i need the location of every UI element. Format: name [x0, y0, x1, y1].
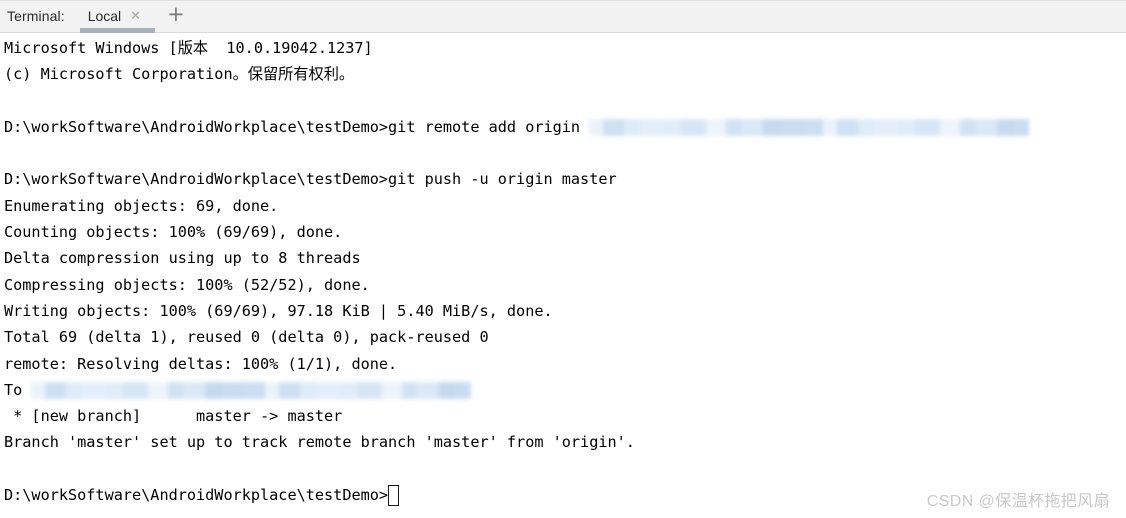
redacted-url [589, 118, 1030, 136]
terminal-line-text: remote: Resolving deltas: 100% (1/1), do… [4, 354, 398, 373]
terminal-line: * [new branch] master -> master [0, 403, 1126, 429]
terminal-line: Enumerating objects: 69, done. [0, 193, 1126, 219]
watermark: CSDN @保温杯拖把风扇 [926, 493, 1110, 510]
terminal-line-text: Total 69 (delta 1), reused 0 (delta 0), … [4, 328, 489, 347]
terminal-line: Total 69 (delta 1), reused 0 (delta 0), … [0, 324, 1126, 350]
terminal-line-text: Microsoft Windows [版本 10.0.19042.1237] [4, 39, 373, 57]
terminal-line: Writing objects: 100% (69/69), 97.18 KiB… [0, 298, 1126, 324]
terminal-line-text: (c) Microsoft Corporation。保留所有权利。 [4, 65, 355, 84]
terminal-tab-bar: Terminal: Local ✕ + [0, 0, 1126, 33]
terminal-output-area[interactable]: Microsoft Windows [版本 10.0.19042.1237] (… [0, 33, 1126, 518]
terminal-line-text: D:\workSoftware\AndroidWorkplace\testDem… [4, 117, 590, 136]
terminal-line: (c) Microsoft Corporation。保留所有权利。 [0, 61, 1126, 87]
terminal-line: Compressing objects: 100% (52/52), done. [0, 272, 1126, 298]
terminal-line-text: Branch 'master' set up to track remote b… [4, 433, 635, 452]
tab-active-indicator [79, 27, 156, 33]
terminal-line: Delta compression using up to 8 threads [0, 245, 1126, 271]
terminal-line-text: Compressing objects: 100% (52/52), done. [4, 275, 370, 294]
terminal-line: remote: Resolving deltas: 100% (1/1), do… [0, 351, 1126, 377]
terminal-line-text: To [4, 380, 32, 399]
tab-local[interactable]: Local ✕ [79, 0, 156, 33]
terminal-line-text: Delta compression using up to 8 threads [4, 249, 361, 268]
terminal-tool-window-label: Terminal: [7, 8, 65, 24]
terminal-line-command: D:\workSoftware\AndroidWorkplace\testDem… [0, 114, 1126, 140]
terminal-line-command: D:\workSoftware\AndroidWorkplace\testDem… [0, 166, 1126, 192]
close-icon[interactable]: ✕ [130, 10, 141, 23]
terminal-line: Microsoft Windows [版本 10.0.19042.1237] [0, 35, 1126, 61]
terminal-prompt-text: D:\workSoftware\AndroidWorkplace\testDem… [4, 486, 389, 505]
terminal-line-text: Writing objects: 100% (69/69), 97.18 KiB… [4, 301, 553, 320]
redacted-url [31, 381, 472, 399]
terminal-line-text: Enumerating objects: 69, done. [4, 196, 279, 215]
text-cursor [388, 484, 400, 506]
terminal-line: Branch 'master' set up to track remote b… [0, 429, 1126, 455]
terminal-line-text: * [new branch] master -> master [4, 407, 343, 426]
terminal-line: To [0, 377, 1126, 403]
terminal-line-text: Counting objects: 100% (69/69), done. [4, 223, 343, 242]
terminal-line: Counting objects: 100% (69/69), done. [0, 219, 1126, 245]
tab-local-label: Local [87, 8, 122, 24]
terminal-line-text: D:\workSoftware\AndroidWorkplace\testDem… [4, 170, 617, 189]
add-tab-icon[interactable]: + [167, 4, 185, 28]
